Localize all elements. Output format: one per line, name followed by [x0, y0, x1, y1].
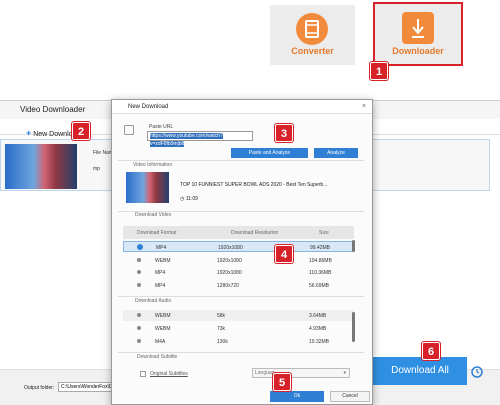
row-resolution: 1920x1080 — [217, 270, 242, 276]
dialog-title: New Download — [128, 104, 169, 110]
video-row[interactable]: MP4 1280x720 56.69MB — [123, 280, 354, 291]
selected-check-icon — [137, 244, 143, 250]
radio-icon — [137, 258, 141, 262]
original-subtitles-label: Original Subtitles — [150, 371, 188, 377]
row-format: MP4 — [155, 283, 166, 289]
divider — [118, 352, 364, 353]
radio-icon — [137, 326, 141, 330]
step-badge-5: 5 — [273, 373, 291, 391]
dialog-titlebar: New Download × — [112, 100, 372, 114]
radio-icon — [137, 339, 141, 343]
step-badge-3: 3 — [275, 124, 293, 142]
video-row[interactable]: MP4 1920x1080 110.36MB — [123, 267, 354, 278]
header-size: Size — [319, 230, 329, 236]
close-icon[interactable]: × — [362, 100, 366, 114]
converter-label: Converter — [291, 46, 334, 56]
film-icon — [296, 13, 328, 45]
row-bitrate: 58k — [217, 313, 226, 319]
downloader-tool[interactable]: Downloader — [373, 2, 463, 66]
downloader-window-title: Video Downloader — [20, 105, 86, 114]
paste-url-label: Paste URL — [149, 124, 174, 130]
download-icon — [402, 12, 434, 44]
task-thumbnail — [5, 144, 77, 189]
video-thumbnail — [126, 172, 169, 203]
video-scrollbar[interactable] — [352, 240, 355, 252]
row-size: 110.36MB — [309, 270, 332, 276]
radio-icon — [137, 270, 141, 274]
download-audio-label: Download Audio — [135, 298, 172, 304]
audio-row[interactable]: WEBM 73k 4.93MB — [123, 323, 354, 334]
row-size: 99.42MB — [310, 245, 331, 251]
language-value: Languag — [255, 370, 275, 376]
row-bitrate: 130k — [217, 339, 228, 345]
audio-row[interactable]: M4A 130k 10.32MB — [123, 336, 354, 347]
row-resolution: 1280x720 — [217, 283, 239, 289]
file-name-label: File Nam — [93, 150, 114, 156]
step-badge-6: 6 — [422, 342, 440, 360]
row-size: 56.69MB — [309, 283, 330, 289]
row-size: 10.32MB — [309, 339, 330, 345]
row-size: 4.93MB — [309, 326, 327, 332]
radio-icon — [137, 313, 141, 317]
output-folder-input[interactable]: C:\Users\WonderFox\Docu — [58, 382, 116, 392]
audio-row[interactable]: WEBM 58k 3.64MB — [123, 310, 354, 321]
row-size: 3.64MB — [309, 313, 327, 319]
duration: ◷ 11:09 — [180, 196, 198, 202]
divider — [118, 160, 364, 161]
video-table-header: Download Format Download Resolution Size — [123, 226, 354, 239]
step-badge-4: 4 — [275, 245, 293, 263]
row-resolution: 1920x1080 — [218, 245, 243, 251]
row-format: WEBM — [155, 258, 171, 264]
audio-scrollbar[interactable] — [352, 312, 355, 342]
row-format: MP4 — [156, 245, 167, 251]
row-format: M4A — [155, 339, 166, 345]
url-input[interactable]: https://www.youtube.com/watch?v=zdF8fb9m… — [147, 131, 253, 147]
converter-tool[interactable]: Converter — [270, 5, 355, 65]
chevron-down-icon: ▾ — [343, 370, 346, 376]
download-subtitle-label: Download Subtitle — [137, 354, 178, 360]
download-video-label: Download Video — [135, 212, 172, 218]
video-title: TOP 10 FUNNIEST SUPER BOWL ADS 2020 - Be… — [180, 182, 328, 188]
video-row[interactable]: MP4 1920x1080 99.42MB — [123, 241, 354, 252]
video-info-label: Video Information — [133, 162, 173, 168]
row-format: WEBM — [155, 313, 171, 319]
app-root: Converter Downloader 1 Video Downloader … — [0, 0, 500, 405]
header-resolution: Download Resolution — [231, 230, 279, 236]
divider — [118, 296, 364, 297]
row-size: 104.86MB — [309, 258, 332, 264]
radio-icon — [137, 283, 141, 287]
ok-button[interactable]: Ok — [270, 391, 324, 402]
paste-analyze-button[interactable]: Paste and Analyze — [231, 148, 308, 158]
step-badge-1: 1 — [370, 62, 388, 80]
download-all-button[interactable]: Download All — [373, 357, 467, 385]
step-badge-2: 2 — [72, 122, 90, 140]
row-format: MP4 — [155, 270, 166, 276]
link-icon — [124, 125, 134, 135]
row-resolution: 1920x1080 — [217, 258, 242, 264]
analyze-button[interactable]: Analyze — [314, 148, 358, 158]
cancel-button[interactable]: Cancel — [330, 391, 370, 402]
language-select[interactable]: Languag ▾ — [252, 368, 350, 378]
header-format: Download Format — [137, 230, 177, 236]
original-subtitles-checkbox[interactable] — [140, 371, 146, 377]
video-row[interactable]: WEBM 1920x1080 104.86MB — [123, 255, 354, 266]
plus-icon: + — [26, 128, 32, 138]
row-format: WEBM — [155, 326, 171, 332]
duration-value: 11:09 — [185, 196, 198, 202]
alarm-clock-icon[interactable] — [470, 364, 484, 378]
output-folder-label: Output folder: — [24, 385, 55, 391]
downloader-label: Downloader — [392, 46, 444, 56]
row-bitrate: 73k — [217, 326, 226, 332]
file-type-label: mp — [93, 166, 100, 172]
